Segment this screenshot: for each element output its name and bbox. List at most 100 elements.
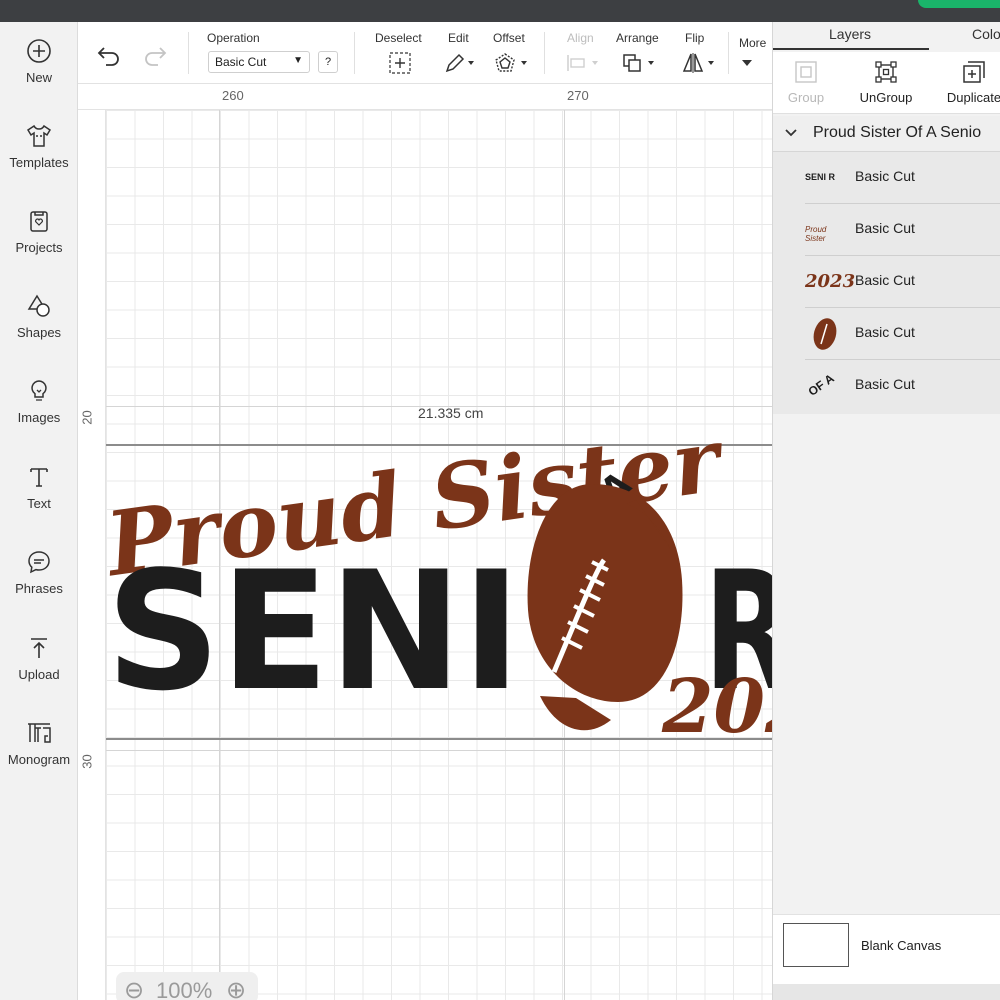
design-artwork[interactable]: Proud Sister OF A SENI R 202: [106, 440, 772, 744]
projects-icon: [30, 211, 48, 232]
layer-name: Basic Cut: [855, 168, 915, 184]
layer-item[interactable]: OF A Basic Cut: [805, 360, 1000, 412]
layer-group-name: Proud Sister Of A Senio: [813, 124, 982, 141]
nav-text[interactable]: Text: [0, 464, 78, 511]
monogram-icon: [28, 723, 51, 743]
layer-tools: Group UnGroup Duplicate: [773, 52, 1000, 114]
nav-label: Upload: [18, 667, 60, 682]
football-icon: [527, 484, 683, 731]
nav-label: Projects: [15, 240, 63, 255]
nav-shapes[interactable]: Shapes: [0, 293, 78, 340]
undo-icon[interactable]: [96, 44, 122, 66]
layer-item[interactable]: SENI R Basic Cut: [805, 152, 1000, 204]
flip-icon[interactable]: [682, 52, 718, 74]
nav-phrases[interactable]: Phrases: [0, 549, 78, 596]
edit-label: Edit: [448, 31, 469, 45]
blank-canvas-row[interactable]: Blank Canvas: [773, 914, 1000, 984]
nav-templates[interactable]: Templates: [0, 123, 78, 170]
make-it-button[interactable]: [918, 0, 1000, 8]
group-button[interactable]: Group: [783, 60, 829, 105]
vertical-ruler: 20 30: [78, 110, 106, 1000]
align-label: Align: [567, 31, 594, 45]
blank-canvas-label: Blank Canvas: [861, 938, 942, 953]
chevron-down-icon[interactable]: [742, 60, 752, 66]
arrange-label: Arrange: [616, 31, 659, 45]
redo-icon[interactable]: [142, 44, 168, 66]
layer-thumbnail: [805, 318, 849, 350]
align-icon: [567, 55, 598, 71]
ungroup-icon: [875, 61, 897, 83]
nav-upload[interactable]: Upload: [0, 635, 78, 682]
nav-label: Phrases: [15, 581, 63, 596]
deselect-icon[interactable]: [389, 52, 411, 74]
ruler-label: 260: [222, 88, 244, 103]
ungroup-button[interactable]: UnGroup: [855, 60, 917, 105]
design-block-text: SENI: [106, 536, 521, 727]
lightbulb-icon: [31, 380, 47, 401]
chevron-down-icon: ▼: [293, 55, 303, 66]
ungroup-label: UnGroup: [859, 90, 913, 105]
width-dimension-label: 21.335 cm: [418, 405, 484, 421]
group-icon: [795, 61, 817, 83]
layer-item[interactable]: 2023 Basic Cut: [805, 256, 1000, 308]
ruler-label: 270: [567, 88, 589, 103]
deselect-label: Deselect: [375, 31, 422, 45]
blank-canvas-swatch[interactable]: [783, 923, 849, 967]
zoom-control: ⊖ 100% ⊕: [116, 972, 258, 1000]
nav-images[interactable]: Images: [0, 378, 78, 425]
nav-label: Monogram: [7, 752, 71, 767]
left-sidebar: New Templates Projects Shapes Images Tex…: [0, 22, 78, 1000]
top-toolbar: Operation Basic Cut ▼ ? Deselect Edit Of…: [78, 22, 772, 84]
nav-label: Shapes: [16, 325, 62, 340]
layer-item[interactable]: Basic Cut: [805, 308, 1000, 360]
nav-label: Templates: [9, 155, 69, 170]
more-label[interactable]: More: [739, 36, 766, 50]
layer-thumbnail: OF A: [805, 371, 837, 399]
app-top-bar: [0, 0, 1000, 22]
layer-thumbnail: SENI R: [805, 172, 836, 182]
arrange-icon[interactable]: [622, 52, 658, 74]
panel-footer: [773, 984, 1000, 1000]
right-panel: Layers Colo Group UnGroup Duplicate Prou…: [772, 22, 1000, 1000]
offset-label: Offset: [493, 31, 525, 45]
design-year-text: 202: [661, 664, 772, 744]
shapes-icon: [27, 294, 50, 317]
layer-name: Basic Cut: [855, 272, 915, 288]
layers-list: SENI R Basic Cut Proud Sister Basic Cut …: [773, 152, 1000, 414]
nav-label: Text: [27, 496, 51, 511]
zoom-out-icon[interactable]: ⊖: [124, 976, 144, 1000]
layer-name: Basic Cut: [855, 376, 915, 392]
operation-select[interactable]: Basic Cut ▼: [208, 51, 310, 73]
nav-projects[interactable]: Projects: [0, 208, 78, 255]
group-label: Group: [787, 90, 825, 105]
football-icon: [813, 318, 837, 350]
duplicate-button[interactable]: Duplicate: [943, 60, 1000, 105]
upload-icon: [31, 638, 47, 658]
plus-circle-icon: [27, 39, 51, 63]
offset-icon[interactable]: [494, 52, 530, 74]
layer-name: Basic Cut: [855, 324, 915, 340]
ruler-label: 30: [79, 754, 95, 769]
layer-item[interactable]: Proud Sister Basic Cut: [805, 204, 1000, 256]
horizontal-ruler: 260 270: [78, 84, 772, 110]
operation-value: Basic Cut: [215, 55, 267, 69]
layer-name: Basic Cut: [855, 220, 915, 236]
layer-thumbnail: 2023: [805, 271, 856, 292]
chat-bubble-icon: [28, 551, 50, 574]
nav-label: Images: [17, 410, 61, 425]
duplicate-label: Duplicate: [946, 90, 1000, 105]
duplicate-icon: [963, 61, 985, 83]
zoom-in-icon[interactable]: ⊕: [226, 976, 246, 1000]
operation-help-button[interactable]: ?: [318, 51, 338, 73]
flip-label: Flip: [685, 31, 705, 45]
nav-new[interactable]: New: [0, 38, 78, 85]
text-icon: [30, 468, 48, 487]
nav-monogram[interactable]: Monogram: [0, 720, 78, 767]
nav-label: New: [25, 70, 52, 85]
tab-layers[interactable]: Layers: [829, 26, 871, 42]
pencil-icon[interactable]: [444, 52, 476, 74]
chevron-down-icon[interactable]: [785, 129, 797, 137]
ruler-label: 20: [79, 410, 95, 425]
layer-group-header[interactable]: Proud Sister Of A Senio: [773, 116, 1000, 152]
tab-color-sync[interactable]: Colo: [972, 26, 1000, 42]
